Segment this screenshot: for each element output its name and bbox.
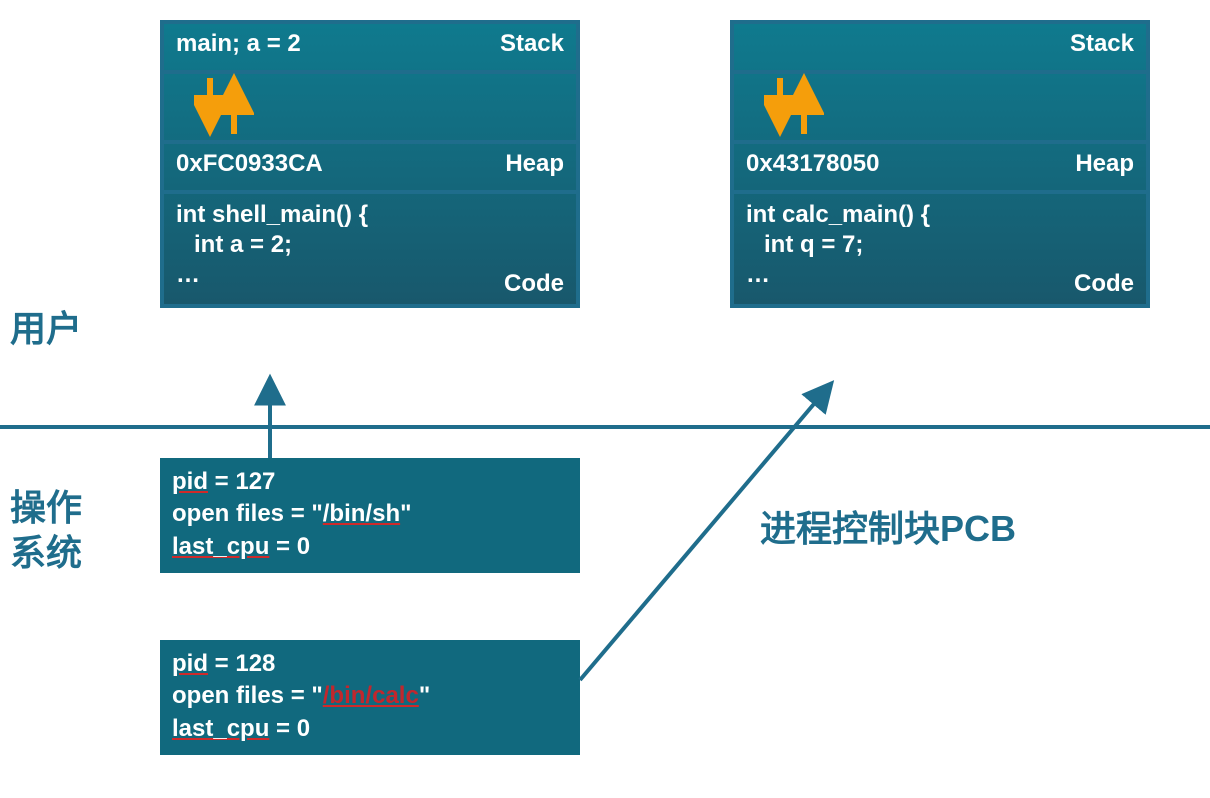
proc1-stack-row: main; a = 2 Stack (164, 24, 576, 74)
pcb1-quote-open: " (311, 500, 322, 527)
pcb1-files-label: open files = (172, 500, 311, 527)
proc1-stack-label: Stack (500, 30, 564, 58)
proc1-code-line1: int shell_main() { (176, 200, 564, 230)
proc2-heap-label: Heap (1075, 150, 1134, 178)
proc2-stack-label: Stack (1070, 30, 1134, 58)
proc1-heap-row: 0xFC0933CA Heap (164, 144, 576, 194)
pcb2-pid-value: = 128 (208, 650, 275, 677)
pcb1-pid-value: = 127 (208, 468, 275, 495)
pcb1-pid-label: pid (172, 468, 208, 495)
proc1-heap-value: 0xFC0933CA (176, 150, 323, 178)
pcb2-lastcpu-label: last_cpu (172, 715, 269, 742)
proc1-code-line2: int a = 2; (176, 230, 564, 260)
process-1-address-space: main; a = 2 Stack 0xFC0933CA Heap int sh… (160, 20, 580, 308)
label-user-space: 用户 (10, 300, 82, 352)
proc2-code-line2: int q = 7; (746, 230, 1134, 260)
proc2-code-line1: int calc_main() { (746, 200, 1134, 230)
label-os-space: 操作 系统 (10, 485, 110, 575)
pcb-1-box: pid = 127 open files = "/bin/sh" last_cp… (160, 458, 580, 573)
pcb2-quote-close: " (419, 682, 430, 709)
stack-heap-arrows-icon (764, 72, 824, 142)
proc2-code-label: Code (1074, 270, 1134, 298)
proc1-stack-value: main; a = 2 (176, 30, 301, 58)
pcb2-files-path: /bin/calc (323, 682, 419, 709)
pcb2-files-label: open files = (172, 682, 311, 709)
proc1-heap-label: Heap (505, 150, 564, 178)
process-2-address-space: Stack 0x43178050 Heap int calc_main() { … (730, 20, 1150, 308)
pcb1-lastcpu-value: = 0 (269, 533, 310, 560)
proc1-code-label: Code (504, 270, 564, 298)
pcb2-quote-open: " (311, 682, 322, 709)
pcb1-pid-line: pid = 127 (172, 466, 568, 498)
stack-heap-arrows-icon (194, 72, 254, 142)
pcb1-files-line: open files = "/bin/sh" (172, 498, 568, 530)
user-os-divider (0, 425, 1210, 429)
proc2-gap-row (734, 74, 1146, 144)
pcb2-lastcpu-value: = 0 (269, 715, 310, 742)
proc2-heap-value: 0x43178050 (746, 150, 879, 178)
proc2-stack-row: Stack (734, 24, 1146, 74)
pcb1-lastcpu-label: last_cpu (172, 533, 269, 560)
pcb1-lastcpu-line: last_cpu = 0 (172, 531, 568, 563)
label-pcb-title: 进程控制块PCB (760, 500, 1016, 552)
pcb1-files-path: /bin/sh (323, 500, 400, 527)
pcb2-pid-line: pid = 128 (172, 648, 568, 680)
pcb2-lastcpu-line: last_cpu = 0 (172, 713, 568, 745)
proc1-gap-row (164, 74, 576, 144)
pcb2-files-line: open files = "/bin/calc" (172, 680, 568, 712)
proc1-code-row: int shell_main() { int a = 2; … Code (164, 194, 576, 304)
pcb-2-box: pid = 128 open files = "/bin/calc" last_… (160, 640, 580, 755)
proc2-heap-row: 0x43178050 Heap (734, 144, 1146, 194)
pcb2-pid-label: pid (172, 650, 208, 677)
pcb1-quote-close: " (400, 500, 411, 527)
proc2-code-row: int calc_main() { int q = 7; … Code (734, 194, 1146, 304)
